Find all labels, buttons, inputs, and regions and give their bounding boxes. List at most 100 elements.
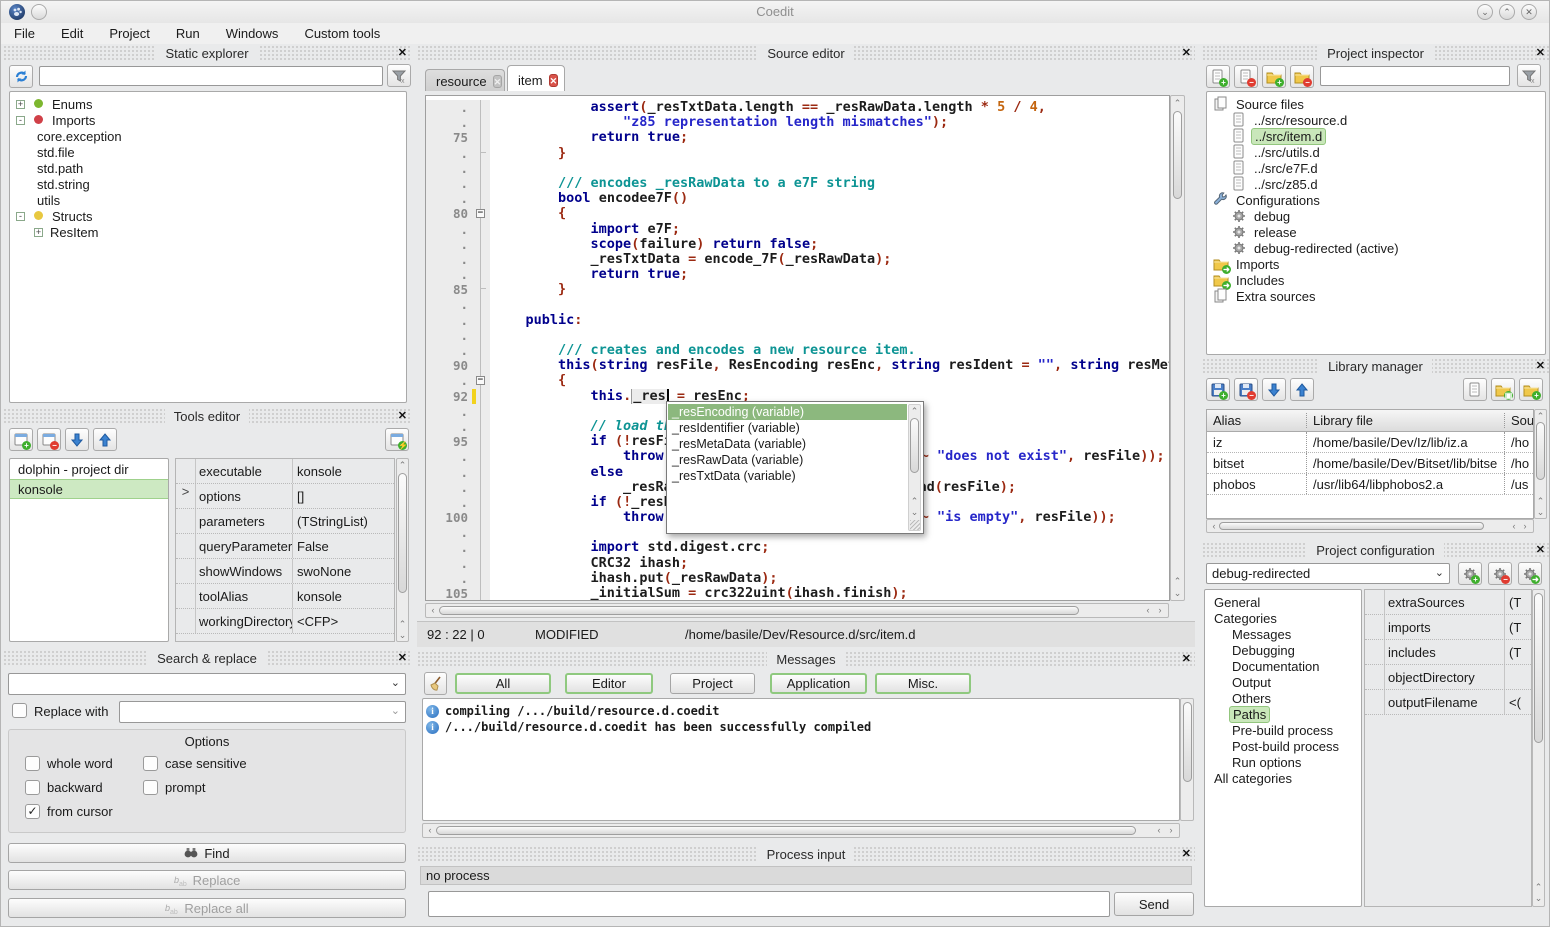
column-header[interactable]: Alias [1207,413,1307,428]
project-configuration-header[interactable]: Project configuration ✕ [1202,542,1549,559]
library-row[interactable]: bitset/home/basile/Dev/Bitset/lib/bitse/… [1207,453,1533,474]
expand-icon[interactable]: + [16,100,25,109]
message-row[interactable]: i/.../build/resource.d.coedit has been s… [423,719,1179,735]
project-item[interactable]: ➜Includes [1207,272,1545,288]
backward-checkbox[interactable] [25,780,40,795]
project-item[interactable]: Source files [1207,96,1545,112]
menu-file[interactable]: File [1,24,48,43]
property-row[interactable]: >options[] [176,484,394,509]
completion-item[interactable]: _resMetaData (variable) [668,436,907,452]
config-vscrollbar[interactable]: ⌃⌄ [1532,589,1545,907]
replace-with-combo[interactable]: ⌄ [119,701,406,723]
replace-all-button[interactable]: bab Replace all [8,898,406,918]
category-item[interactable]: General [1205,594,1361,610]
from-cursor-checkbox[interactable]: ✓ [25,804,40,819]
project-item[interactable]: ../src/resource.d [1207,112,1545,128]
property-value[interactable]: (TStringList) [293,514,394,529]
replace-with-checkbox[interactable] [12,703,27,718]
property-row[interactable]: workingDirectory<CFP> [176,609,394,634]
property-value[interactable]: [] [293,489,394,504]
option-whole-word[interactable]: whole word [25,756,113,771]
close-icon[interactable]: ✕ [1182,45,1191,62]
category-item[interactable]: Paths [1205,706,1361,722]
symbol-item[interactable]: utils [10,192,406,208]
symbol-item[interactable]: -Imports [10,112,406,128]
library-vscrollbar[interactable]: ⌃ ⌃⌄ [1534,409,1547,519]
whole-word-checkbox[interactable] [25,756,40,771]
property-row[interactable]: toolAliaskonsole [176,584,394,609]
category-item[interactable]: Documentation [1205,658,1361,674]
property-value[interactable]: (T [1505,620,1531,635]
symbol-item[interactable]: std.file [10,144,406,160]
collapse-icon[interactable]: - [16,116,25,125]
option-from-cursor[interactable]: ✓from cursor [25,804,113,819]
property-row[interactable]: executablekonsole [176,459,394,484]
messages-header[interactable]: Messages ✕ [417,651,1195,668]
gear-remove-button[interactable]: − [1488,562,1512,585]
property-value[interactable]: <( [1505,695,1531,710]
property-value[interactable]: swoNone [293,564,394,579]
symbol-item[interactable]: +ResItem [10,224,406,240]
messages-vscrollbar[interactable] [1180,698,1194,821]
filter-editor-button[interactable]: Editor [565,673,653,694]
completion-item[interactable]: _resTxtData (variable) [668,468,907,484]
project-item[interactable]: Configurations [1207,192,1545,208]
property-row[interactable]: outputFilename<( [1365,690,1531,715]
message-row[interactable]: icompiling /.../build/resource.d.coedit [423,703,1179,719]
property-row[interactable]: imports(T [1365,615,1531,640]
arrow-down-button[interactable] [65,428,89,451]
filter-all-button[interactable]: All [455,673,551,694]
case-sensitive-checkbox[interactable] [143,756,158,771]
category-item[interactable]: All categories [1205,770,1361,786]
process-input-header[interactable]: Process input ✕ [417,846,1195,863]
project-inspector-header[interactable]: Project inspector ✕ [1202,45,1549,62]
category-item[interactable]: Messages [1205,626,1361,642]
filter-icon[interactable]: x [1517,64,1541,87]
property-row[interactable]: objectDirectory [1365,665,1531,690]
close-icon[interactable]: ✕ [1536,358,1545,375]
category-item[interactable]: Post-build process [1205,738,1361,754]
prompt-checkbox[interactable] [143,780,158,795]
folder-add-button[interactable]: + [1519,378,1543,401]
symbol-item[interactable]: std.string [10,176,406,192]
tab-close-icon[interactable]: ✕ [549,74,559,87]
fold-collapse-icon[interactable]: − [476,376,485,385]
library-hscrollbar[interactable]: ‹ ‹› [1206,519,1534,533]
library-manager-header[interactable]: Library manager ✕ [1202,358,1549,375]
completion-item[interactable]: _resRawData (variable) [668,452,907,468]
search-term-combo[interactable]: ⌄ [8,673,406,695]
arrow-up-button[interactable] [1290,378,1314,401]
win-add-button[interactable]: + [9,428,33,451]
source-editor-header[interactable]: Source editor ✕ [417,45,1195,62]
library-row[interactable]: phobos/usr/lib64/libphobos2.a/us [1207,474,1533,495]
project-item[interactable]: ../src/e7F.d [1207,160,1545,176]
category-item[interactable]: Output [1205,674,1361,690]
disk-add-button[interactable]: + [1206,378,1230,401]
completion-item[interactable]: _resEncoding (variable) [668,404,907,420]
gear-run-button[interactable]: ➜ [1518,562,1542,585]
column-header[interactable]: Library file [1307,413,1505,428]
folder-remove-button[interactable]: − [1290,65,1314,88]
arrow-down-button[interactable] [1262,378,1286,401]
property-value[interactable]: (T [1505,595,1531,610]
property-value[interactable]: False [293,539,394,554]
doc-add-button[interactable]: + [1206,65,1230,88]
category-item[interactable]: Run options [1205,754,1361,770]
project-item[interactable]: Extra sources [1207,288,1545,304]
find-button[interactable]: Find [8,843,406,863]
category-item[interactable]: Debugging [1205,642,1361,658]
menu-windows[interactable]: Windows [213,24,292,43]
category-item[interactable]: Others [1205,690,1361,706]
tools-editor-header[interactable]: Tools editor ✕ [3,408,411,425]
category-item[interactable]: Pre-build process [1205,722,1361,738]
close-icon[interactable]: ✕ [398,408,407,425]
filter-icon[interactable]: x [387,64,411,87]
project-filter-input[interactable] [1320,66,1510,86]
configuration-combo[interactable]: debug-redirected ⌄ [1206,563,1450,584]
menu-custom-tools[interactable]: Custom tools [291,24,393,43]
fold-collapse-icon[interactable]: − [476,209,485,218]
symbol-item[interactable]: +Enums [10,96,406,112]
tool-item[interactable]: dolphin - project dir [10,459,168,479]
project-item[interactable]: ../src/utils.d [1207,144,1545,160]
completion-item[interactable]: _resIdentifier (variable) [668,420,907,436]
